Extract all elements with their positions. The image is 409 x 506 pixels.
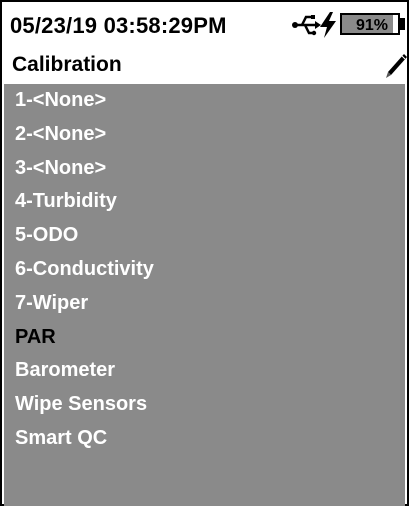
battery-tip bbox=[400, 18, 405, 30]
menu-item[interactable]: Smart QC bbox=[4, 422, 405, 456]
menu-item[interactable]: 5-ODO bbox=[4, 219, 405, 253]
battery-body: 91% bbox=[340, 13, 400, 35]
menu-item[interactable]: 7-Wiper bbox=[4, 287, 405, 321]
menu-item[interactable]: 3-<None> bbox=[4, 152, 405, 186]
menu-item[interactable]: Barometer bbox=[4, 354, 405, 388]
status-time: 03:58:29PM bbox=[103, 13, 227, 38]
status-date: 05/23/19 bbox=[10, 13, 98, 38]
menu-item[interactable]: PAR bbox=[4, 321, 405, 355]
calibration-menu: 1-<None> 2-<None> 3-<None> 4-Turbidity 5-ODO… bbox=[4, 84, 405, 506]
menu-item[interactable]: 1-<None> bbox=[4, 84, 405, 118]
battery-icon: 91% bbox=[340, 13, 406, 37]
status-bar: 05/23/19 03:58:29PM 91% bbox=[4, 4, 405, 44]
title-bar: Calibration bbox=[4, 46, 408, 84]
menu-item[interactable]: Wipe Sensors bbox=[4, 388, 405, 422]
battery-percent: 91% bbox=[355, 17, 389, 34]
device-screen: 05/23/19 03:58:29PM 91% Calibration 1-<N… bbox=[0, 0, 409, 506]
menu-item[interactable]: 4-Turbidity bbox=[4, 185, 405, 219]
menu-list: 1-<None> 2-<None> 3-<None> 4-Turbidity 5-ODO… bbox=[4, 84, 405, 456]
menu-item[interactable]: 2-<None> bbox=[4, 118, 405, 152]
menu-item[interactable]: 6-Conductivity bbox=[4, 253, 405, 287]
charging-bolt-icon bbox=[320, 12, 336, 38]
pencil-icon[interactable] bbox=[384, 52, 408, 80]
page-title: Calibration bbox=[12, 53, 122, 76]
datetime: 05/23/19 03:58:29PM bbox=[10, 13, 227, 39]
usb-icon bbox=[292, 15, 321, 36]
